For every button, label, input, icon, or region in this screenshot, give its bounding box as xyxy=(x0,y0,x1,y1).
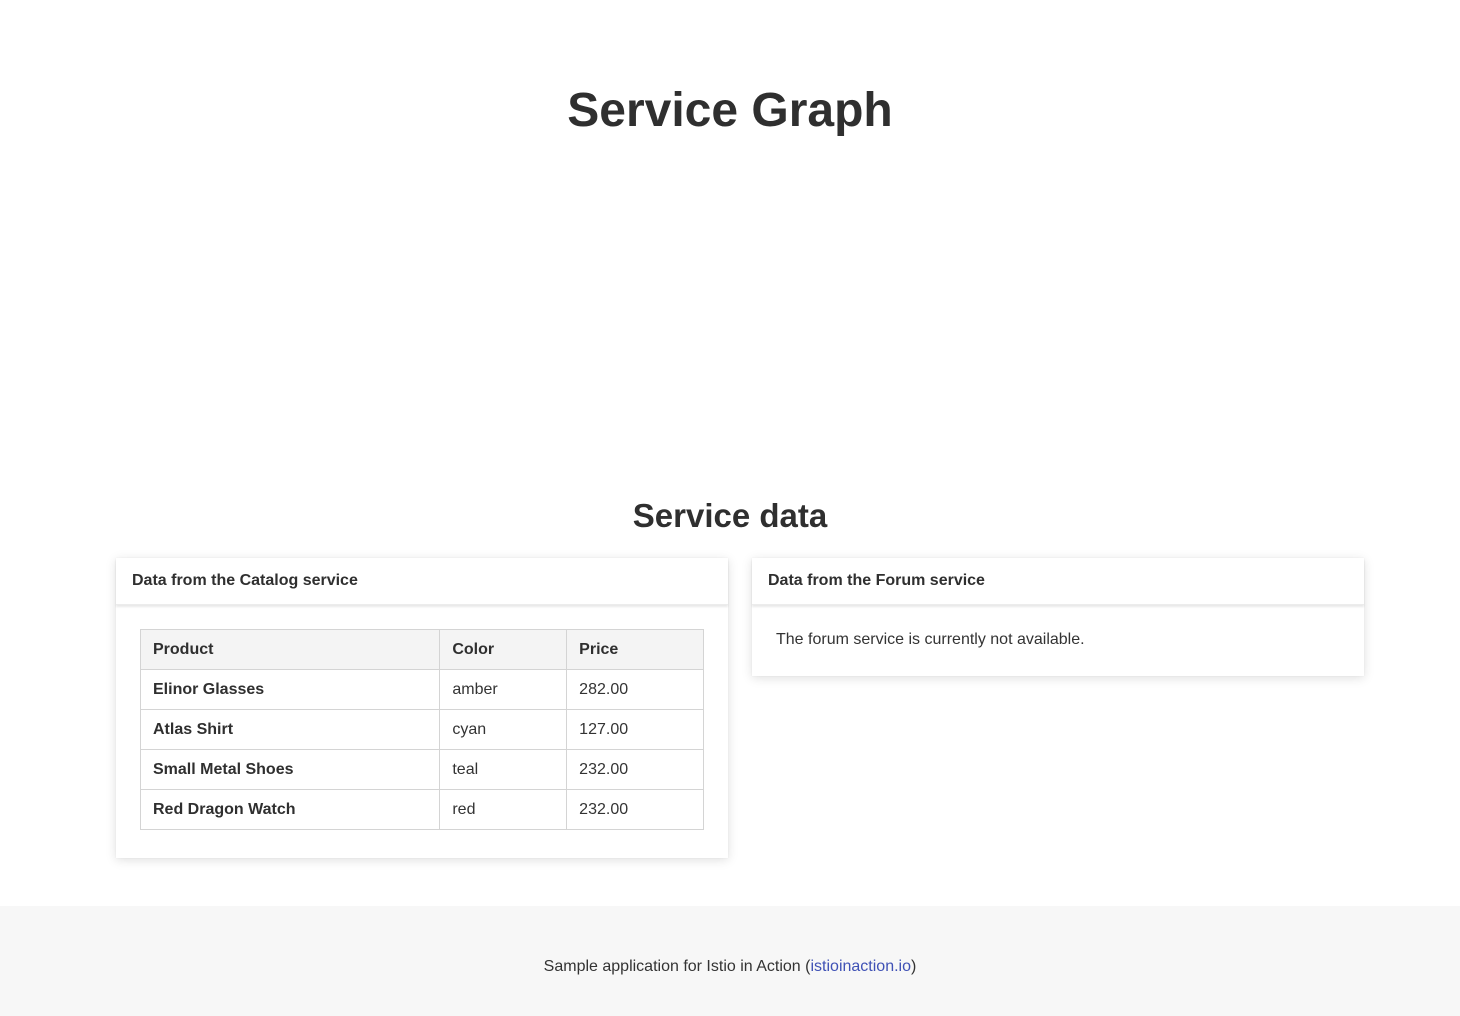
footer: Sample application for Istio in Action (… xyxy=(0,906,1460,1016)
section-title: Service data xyxy=(632,497,828,534)
price-cell: 127.00 xyxy=(566,709,704,750)
forum-card-body: The forum service is currently not avail… xyxy=(752,605,1364,675)
product-cell: Small Metal Shoes xyxy=(139,749,441,790)
product-cell: Elinor Glasses xyxy=(139,669,441,710)
table-row: Small Metal Shoes teal 232.00 xyxy=(139,749,704,790)
footer-text: Sample application for Istio in Action (… xyxy=(0,956,1460,978)
table-row: Elinor Glasses amber 282.00 xyxy=(139,669,704,710)
catalog-card-body: Product Color Price Elinor Glasses amber… xyxy=(116,605,728,854)
forum-unavailable-message: The forum service is currently not avail… xyxy=(776,631,1085,648)
color-cell: amber xyxy=(439,669,568,710)
column-header-color: Color xyxy=(439,629,568,670)
color-cell: cyan xyxy=(439,709,568,750)
catalog-card: Data from the Catalog service Product Co… xyxy=(116,558,728,858)
product-cell: Atlas Shirt xyxy=(139,709,441,750)
footer-prefix: Sample application for Istio in Action ( xyxy=(543,958,811,975)
istioinaction-link[interactable]: istioinaction.io xyxy=(810,958,911,975)
table-row: Red Dragon Watch red 232.00 xyxy=(139,789,704,830)
forum-card-header: Data from the Forum service xyxy=(752,558,1364,605)
price-cell: 232.00 xyxy=(566,749,704,790)
column-header-price: Price xyxy=(566,629,704,670)
column-header-product: Product xyxy=(139,629,441,670)
table-header-row: Product Color Price xyxy=(139,629,704,670)
page: Service Graph Service data Data from the… xyxy=(0,0,1460,1016)
catalog-table: Product Color Price Elinor Glasses amber… xyxy=(139,629,704,830)
table-row: Atlas Shirt cyan 127.00 xyxy=(139,709,704,750)
price-cell: 282.00 xyxy=(566,669,704,710)
color-cell: red xyxy=(439,789,568,830)
footer-suffix: ) xyxy=(910,958,917,975)
forum-card: Data from the Forum service The forum se… xyxy=(752,558,1364,676)
color-cell: teal xyxy=(439,749,568,790)
service-graph-canvas xyxy=(116,170,1364,470)
catalog-card-header: Data from the Catalog service xyxy=(116,558,728,605)
price-cell: 232.00 xyxy=(566,789,704,830)
page-title: Service Graph xyxy=(567,84,893,137)
product-cell: Red Dragon Watch xyxy=(139,789,441,830)
